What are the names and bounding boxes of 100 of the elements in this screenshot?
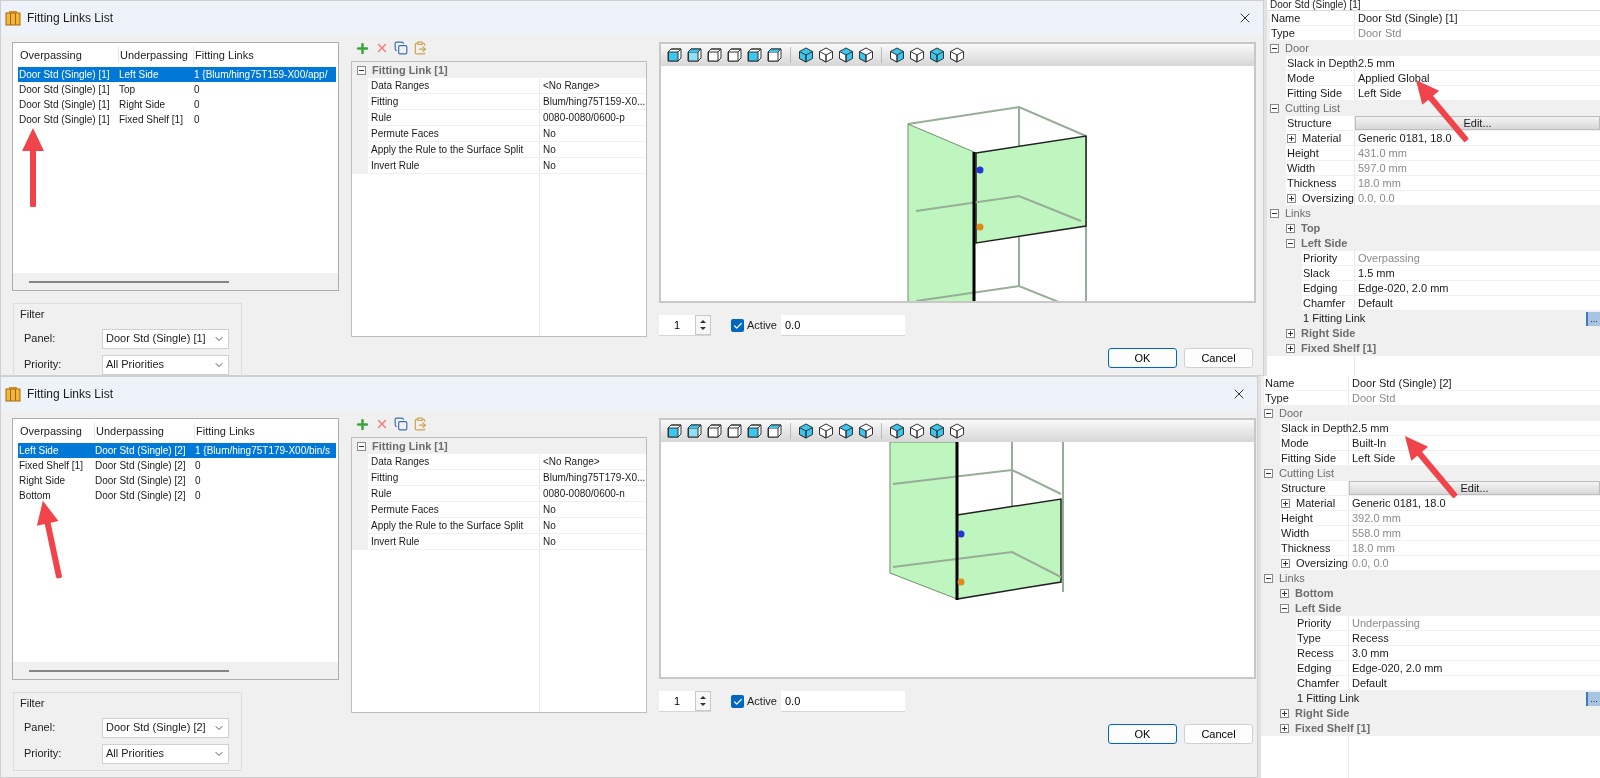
list-cell-text: Left Side [19, 444, 60, 458]
list-row[interactable]: Fixed Shelf [1] Door Std (Single) [2] 0 [18, 458, 336, 473]
number-spinner[interactable]: 1 [659, 315, 711, 336]
property-value[interactable]: Underpassing [1349, 616, 1600, 630]
property-value[interactable]: Default [1349, 676, 1600, 690]
list-row[interactable]: Door Std (Single) [1] Fixed Shelf [1] 0 [18, 112, 336, 127]
value-field[interactable]: 0.0 [780, 315, 905, 336]
group-label: Filter [20, 696, 46, 711]
property-value[interactable]: Blum/hing75T159-X0... [540, 94, 646, 109]
property-value[interactable]: 392.0 mm [1349, 511, 1600, 525]
list-cell-text: Fixed Shelf [1] [19, 459, 84, 473]
list-row[interactable]: Right Side Door Std (Single) [2] 0 [18, 473, 336, 488]
list-cell-text: Door Std (Single) [2] [95, 489, 187, 503]
property-value[interactable]: 0080-0080/0600-n [540, 486, 646, 501]
column-header[interactable]: Overpassing [19, 46, 119, 64]
property-value[interactable]: 18.0 mm [1349, 541, 1600, 555]
ok-button[interactable]: OK [1108, 724, 1177, 744]
group-header[interactable]: Left Side [1295, 600, 1342, 617]
property-value[interactable]: 431.0 mm [1355, 146, 1600, 160]
property-value[interactable]: 558.0 mm [1349, 526, 1600, 540]
property-label: Apply the Rule to the Surface Split [352, 518, 540, 533]
property-value[interactable]: Left Side [1349, 451, 1600, 465]
property-value[interactable]: 597.0 mm [1355, 161, 1600, 175]
group-header[interactable]: Left Side [1301, 235, 1348, 252]
list-row[interactable]: Bottom Door Std (Single) [2] 0 [18, 488, 336, 503]
list-cell-text: Bottom [19, 489, 52, 503]
property-value[interactable]: Default [1355, 296, 1600, 310]
property-value[interactable]: 0.0, 0.0 [1349, 556, 1600, 570]
column-header[interactable]: Overpassing [19, 422, 95, 440]
group-header[interactable]: Door [1285, 40, 1309, 57]
property-value[interactable]: 3.0 mm [1349, 646, 1600, 660]
group-header[interactable]: Links [1279, 570, 1305, 587]
column-header[interactable]: Underpassing [95, 422, 195, 440]
edit-button[interactable]: Edit... [1355, 116, 1600, 130]
property-value[interactable]: No [540, 534, 646, 549]
property-label: Edging [1303, 280, 1338, 296]
list-row[interactable]: Door Std (Single) [1] Top 0 [18, 82, 336, 97]
property-value[interactable]: Generic 0181, 18.0 [1349, 496, 1600, 510]
cancel-button[interactable]: Cancel [1184, 724, 1253, 744]
column-header[interactable]: Fitting Links [194, 46, 255, 64]
property-value[interactable]: Edge-020, 2.0 mm [1355, 281, 1600, 295]
group-header[interactable]: Bottom [1295, 585, 1334, 602]
property-value[interactable]: Built-In [1349, 436, 1600, 450]
ok-button[interactable]: OK [1108, 348, 1177, 368]
property-value[interactable]: No [540, 142, 646, 157]
property-value[interactable]: Door Std [1349, 391, 1600, 405]
property-value[interactable]: No [540, 518, 646, 533]
more-button[interactable]: ... [1586, 691, 1600, 706]
dropdown[interactable]: All Priorities [102, 743, 229, 764]
property-value[interactable]: 0.0, 0.0 [1355, 191, 1600, 205]
list-cell-text: 0 [194, 83, 200, 97]
property-value[interactable]: <No Range> [540, 78, 646, 93]
column-header[interactable]: Underpassing [119, 46, 194, 64]
group-header[interactable]: Links [1285, 205, 1311, 222]
dropdown[interactable]: All Priorities [102, 354, 229, 375]
list-row[interactable]: Door Std (Single) [1] Right Side 0 [18, 97, 336, 112]
property-value[interactable]: Recess [1349, 631, 1600, 645]
edit-button[interactable]: Edit... [1349, 481, 1600, 495]
property-value[interactable]: No [540, 126, 646, 141]
property-label: Slack [1303, 265, 1330, 281]
property-value[interactable]: Blum/hing75T179-X0... [540, 470, 646, 485]
list-cell-text: Door Std (Single) [2] [95, 459, 187, 473]
more-button[interactable]: ... [1586, 311, 1600, 326]
field-label: Priority: [24, 746, 63, 762]
property-value[interactable]: Applied Global [1355, 71, 1600, 85]
list-row[interactable]: Left Side Door Std (Single) [2] 1 {Blum/hing75T179-X00/bin/s [18, 443, 336, 458]
group-header[interactable]: Right Side [1295, 705, 1350, 722]
property-label: Chamfer [1303, 295, 1346, 311]
property-label: Oversizing [1296, 555, 1348, 571]
property-label: Rule [352, 486, 540, 501]
group-header[interactable]: Cutting List [1285, 100, 1341, 117]
property-label: Structure [1281, 480, 1326, 496]
property-label: Priority [1297, 615, 1332, 631]
property-value[interactable]: Door Std (Single) [2] [1349, 376, 1600, 390]
group-header[interactable]: Door [1279, 405, 1303, 422]
object-selector[interactable]: Door Std (Single) [1] [1267, 0, 1600, 11]
property-value[interactable]: Door Std [1355, 26, 1600, 40]
group-header[interactable]: Cutting List [1279, 465, 1335, 482]
dropdown[interactable]: Door Std (Single) [2] [102, 717, 229, 738]
property-value[interactable]: Overpassing [1355, 251, 1600, 265]
dropdown[interactable]: Door Std (Single) [1] [102, 328, 229, 349]
value-field[interactable]: 0.0 [780, 691, 905, 712]
number-spinner[interactable]: 1 [659, 691, 711, 712]
property-value[interactable]: <No Range> [540, 454, 646, 469]
property-value[interactable]: 18.0 mm [1355, 176, 1600, 190]
group-header[interactable]: Top [1301, 220, 1321, 237]
property-label: Chamfer [1297, 675, 1340, 691]
property-value[interactable]: No [540, 502, 646, 517]
list-row[interactable]: Door Std (Single) [1] Left Side 1 {Blum/hing75T159-X00/app/ [18, 67, 336, 82]
cancel-button[interactable]: Cancel [1184, 348, 1253, 368]
property-value[interactable]: No [540, 158, 646, 173]
property-value[interactable]: Door Std (Single) [1] [1355, 11, 1600, 25]
group-header[interactable]: Right Side [1301, 325, 1356, 342]
list-cell-text: Door Std (Single) [1] [19, 98, 111, 112]
property-value[interactable]: Edge-020, 2.0 mm [1349, 661, 1600, 675]
column-header[interactable]: Fitting Links [195, 422, 256, 440]
property-value[interactable]: Left Side [1355, 86, 1600, 100]
property-value[interactable]: Generic 0181, 18.0 [1355, 131, 1600, 145]
property-value[interactable]: 0080-0080/0600-p [540, 110, 646, 125]
property-value[interactable]: 1.5 mm [1355, 266, 1600, 280]
